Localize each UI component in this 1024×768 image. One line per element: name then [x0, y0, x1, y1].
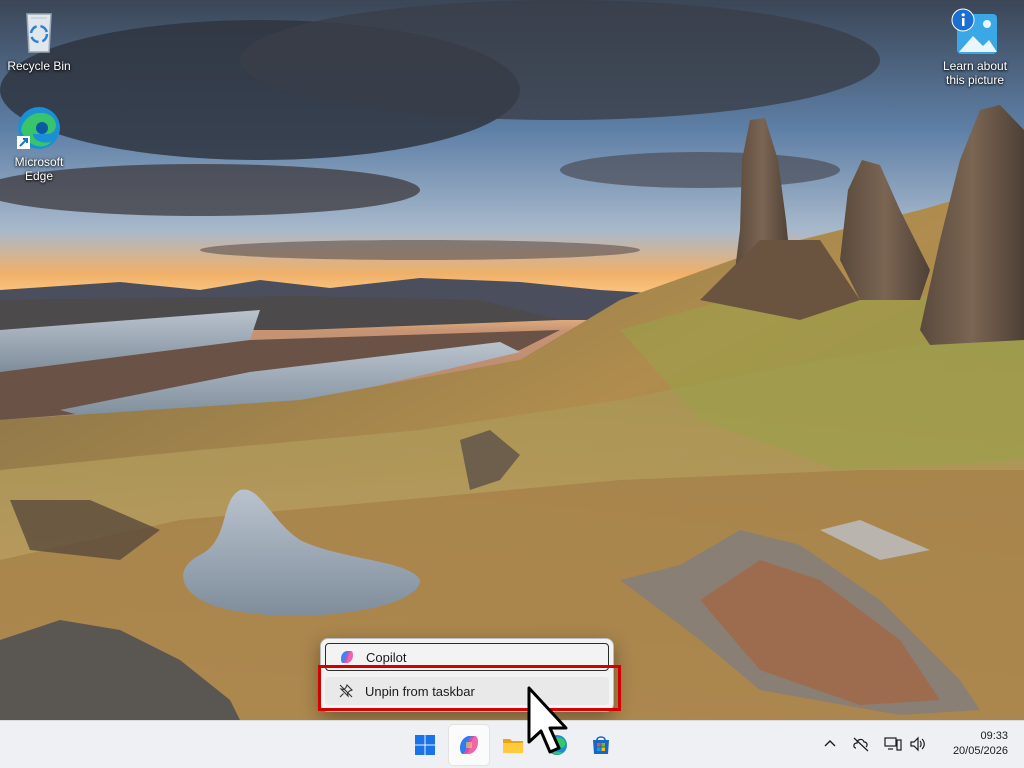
unpin-icon [337, 682, 355, 700]
network-icon[interactable] [882, 733, 904, 755]
edge-taskbar-button[interactable] [537, 725, 577, 765]
clock-time: 09:33 [980, 730, 1008, 742]
microsoft-edge-label: Microsoft Edge [14, 155, 64, 183]
edge-icon [547, 735, 567, 755]
copilot-taskbar-button[interactable] [449, 725, 489, 765]
recycle-bin-label: Recycle Bin [7, 59, 71, 73]
system-clock[interactable]: 09:33 20/05/2026 [953, 729, 1008, 759]
unpin-from-taskbar-menu-item[interactable]: Unpin from taskbar [325, 677, 609, 705]
taskbar-jump-list: Copilot Unpin from taskbar [320, 638, 614, 712]
start-button[interactable] [405, 725, 445, 765]
unpin-from-taskbar-label: Unpin from taskbar [365, 683, 475, 699]
no-internet-icon[interactable] [850, 733, 872, 755]
jump-list-app-label: Copilot [366, 649, 407, 665]
desktop-wallpaper [0, 0, 1024, 720]
recycle-bin-desktop-icon[interactable]: Recycle Bin [1, 8, 77, 73]
copilot-icon [338, 648, 356, 666]
folder-icon [503, 739, 523, 753]
volume-icon[interactable] [907, 733, 929, 755]
recycle-bin-icon [26, 13, 52, 53]
learn-about-picture-label: Learn about this picture [942, 59, 1008, 87]
copilot-icon [460, 736, 478, 754]
landscape-image [0, 0, 1024, 720]
microsoft-store-taskbar-button[interactable] [581, 725, 621, 765]
clock-date: 20/05/2026 [952, 745, 1008, 757]
taskbar: 09:33 20/05/2026 [0, 720, 1024, 768]
show-hidden-icons-chevron-up-icon[interactable] [819, 733, 841, 755]
learn-about-picture-icon [951, 8, 997, 54]
microsoft-edge-desktop-icon[interactable]: Microsoft Edge [1, 104, 77, 183]
jump-list-copilot-item[interactable]: Copilot [325, 643, 609, 671]
edge-icon [17, 107, 60, 149]
file-explorer-taskbar-button[interactable] [493, 725, 533, 765]
windows-logo-icon [415, 735, 435, 755]
learn-about-picture-desktop-icon[interactable]: Learn about this picture [937, 8, 1013, 87]
store-icon [593, 736, 609, 754]
